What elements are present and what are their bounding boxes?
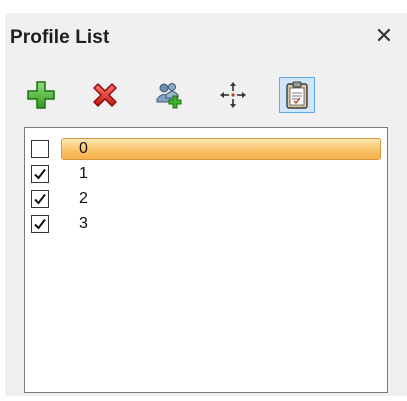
checkbox[interactable] xyxy=(31,165,49,183)
list-item-label: 3 xyxy=(79,215,88,232)
green-plus-icon xyxy=(27,81,55,109)
panel-header: Profile List ✕ xyxy=(5,13,407,61)
checkmark-icon xyxy=(34,218,46,230)
list-item[interactable]: 1 xyxy=(25,163,385,185)
add-profile-button[interactable] xyxy=(23,77,59,113)
move-arrows-icon xyxy=(220,82,246,108)
checkmark-icon xyxy=(34,168,46,180)
list-item-label: 1 xyxy=(79,165,88,182)
panel-title: Profile List xyxy=(10,27,110,48)
list-item-label: 2 xyxy=(79,190,88,207)
red-x-icon xyxy=(93,83,117,107)
checkbox[interactable] xyxy=(31,140,49,158)
people-plus-icon xyxy=(156,83,182,109)
list-item[interactable]: 3 xyxy=(25,213,385,235)
move-button[interactable] xyxy=(215,77,251,113)
profile-listbox[interactable]: 0 1 2 3 xyxy=(24,127,388,393)
list-item[interactable]: 0 xyxy=(25,138,385,160)
clipboard-icon xyxy=(286,81,308,109)
checkbox[interactable] xyxy=(31,215,49,233)
profile-list-panel: Profile List ✕ 0 1 2 3 xyxy=(5,13,407,396)
checkbox[interactable] xyxy=(31,190,49,208)
checkmark-icon xyxy=(34,193,46,205)
list-item-label: 0 xyxy=(61,138,381,160)
add-group-button[interactable] xyxy=(151,77,187,113)
list-item[interactable]: 2 xyxy=(25,188,385,210)
clipboard-button[interactable] xyxy=(279,77,315,113)
delete-profile-button[interactable] xyxy=(87,77,123,113)
close-icon[interactable]: ✕ xyxy=(371,23,397,49)
